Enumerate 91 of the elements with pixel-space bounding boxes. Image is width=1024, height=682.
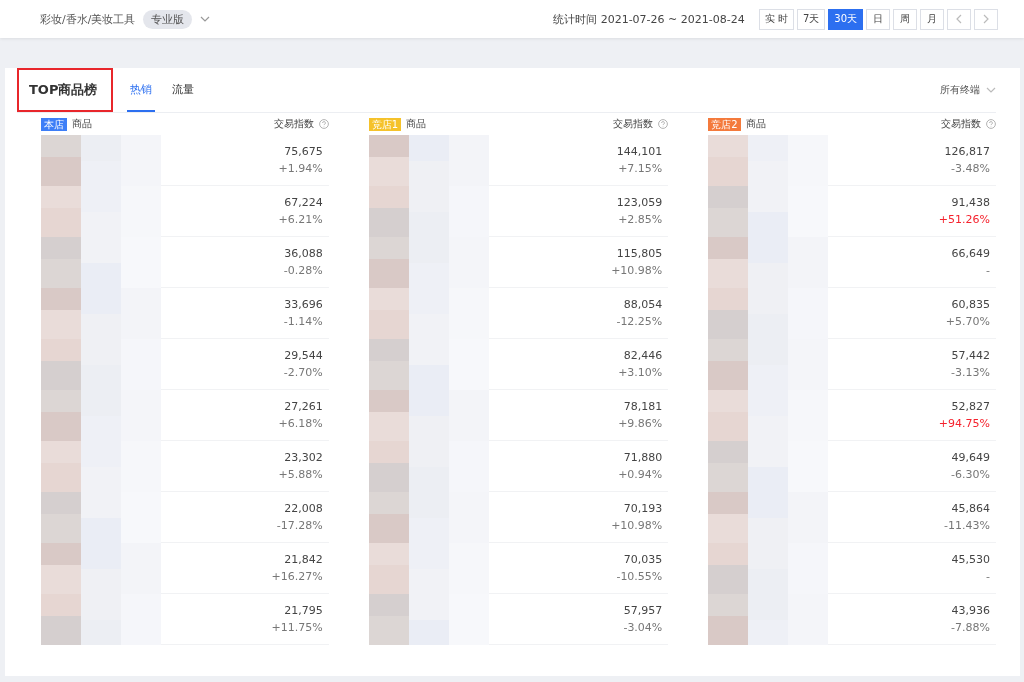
column-header: 交易指数 [273, 117, 314, 131]
column-header: 交易指数 [941, 117, 981, 131]
help-icon[interactable] [986, 119, 996, 129]
change-percent: -12.25% [616, 315, 663, 328]
category-breadcrumb[interactable]: 彩妆/香水/美妆工具 [40, 11, 136, 27]
trade-index-value: 27,261 [284, 400, 323, 413]
trade-index-value: 91,438 [951, 196, 990, 209]
trade-index-value: 123,059 [616, 196, 663, 209]
period-label: 统计时间 2021-07-26 ~ 2021-08-24 [553, 11, 745, 27]
trade-index-value: 21,842 [284, 553, 323, 566]
change-percent: -2.70% [283, 366, 323, 379]
range-button[interactable]: 实 时 [758, 8, 794, 30]
trade-index-value: 45,530 [951, 553, 990, 566]
column-header: 交易指数 [613, 117, 654, 131]
range-button[interactable]: 周 [893, 8, 917, 30]
change-percent: - [986, 264, 990, 277]
range-button[interactable]: 月 [920, 8, 944, 30]
change-percent: -0.28% [283, 264, 323, 277]
change-percent: +94.75% [938, 417, 990, 430]
trade-index-value: 75,675 [284, 145, 323, 158]
store-badge: 本店 [41, 117, 67, 131]
trade-index-value: 52,827 [951, 400, 990, 413]
column-header: 商品 [406, 117, 427, 131]
trade-index-value: 23,302 [284, 451, 323, 464]
chevron-right-icon [983, 14, 989, 24]
change-percent: +5.88% [278, 468, 323, 481]
trade-index-value: 33,696 [284, 298, 323, 311]
column-header: 商品 [72, 117, 92, 131]
terminal-dropdown[interactable]: 所有终端 [940, 83, 980, 97]
trade-index-value: 49,649 [951, 451, 990, 464]
change-percent: +51.26% [938, 213, 990, 226]
tab[interactable]: 流量 [169, 68, 198, 112]
change-percent: +10.98% [611, 519, 663, 532]
change-percent: -7.88% [951, 621, 990, 634]
chevron-left-icon [956, 14, 962, 24]
trade-index-value: 126,817 [944, 145, 990, 158]
change-percent: -6.30% [951, 468, 990, 481]
trade-index-value: 60,835 [951, 298, 990, 311]
change-percent: -11.43% [944, 519, 990, 532]
trade-index-value: 82,446 [623, 349, 663, 362]
trade-index-value: 57,442 [951, 349, 990, 362]
chevron-down-icon[interactable] [986, 87, 996, 93]
help-icon[interactable] [658, 119, 669, 129]
change-percent: +6.18% [278, 417, 323, 430]
column-header: 商品 [745, 117, 766, 131]
store-badge: 竞店1 [368, 117, 402, 131]
change-percent: +0.94% [618, 468, 663, 481]
tab[interactable]: 热销 [127, 68, 156, 112]
change-percent: -17.28% [276, 519, 323, 532]
change-percent: -3.13% [951, 366, 990, 379]
help-icon[interactable] [318, 119, 329, 129]
trade-index-value: 88,054 [623, 298, 663, 311]
trade-index-value: 115,805 [616, 247, 663, 260]
trade-index-value: 21,795 [284, 604, 323, 617]
change-percent: +10.98% [611, 264, 663, 277]
trade-index-value: 66,649 [951, 247, 990, 260]
change-percent: -3.48% [951, 162, 990, 175]
trade-index-value: 71,880 [623, 451, 663, 464]
change-percent: +16.27% [271, 570, 323, 583]
chevron-down-icon[interactable] [200, 16, 211, 22]
trade-index-value: 45,864 [951, 502, 990, 515]
range-button[interactable]: 7天 [796, 8, 826, 30]
trade-index-value: 22,008 [284, 502, 323, 515]
change-percent: +7.15% [618, 162, 663, 175]
change-percent: -10.55% [616, 570, 663, 583]
change-percent: +6.21% [278, 213, 323, 226]
change-percent: -3.04% [623, 621, 663, 634]
trade-index-value: 78,181 [623, 400, 663, 413]
trade-index-value: 57,957 [623, 604, 663, 617]
trade-index-value: 29,544 [284, 349, 323, 362]
next-button[interactable] [974, 8, 998, 30]
change-percent: -1.14% [283, 315, 323, 328]
change-percent: +3.10% [618, 366, 663, 379]
change-percent: +11.75% [271, 621, 323, 634]
trade-index-value: 144,101 [616, 145, 663, 158]
range-button[interactable]: 30天 [828, 8, 863, 30]
change-percent: +1.94% [278, 162, 323, 175]
trade-index-value: 36,088 [284, 247, 323, 260]
change-percent: +2.85% [618, 213, 663, 226]
range-button[interactable]: 日 [866, 8, 890, 30]
change-percent: +9.86% [618, 417, 663, 430]
change-percent: - [986, 570, 990, 583]
edition-badge: 专业版 [143, 9, 193, 29]
trade-index-value: 70,035 [623, 553, 663, 566]
trade-index-value: 70,193 [623, 502, 663, 515]
change-percent: +5.70% [945, 315, 990, 328]
store-badge: 竞店2 [708, 117, 741, 131]
trade-index-value: 43,936 [951, 604, 990, 617]
previous-button[interactable] [947, 8, 971, 30]
panel-title: TOP商品榜 [17, 68, 114, 112]
trade-index-value: 67,224 [284, 196, 323, 209]
